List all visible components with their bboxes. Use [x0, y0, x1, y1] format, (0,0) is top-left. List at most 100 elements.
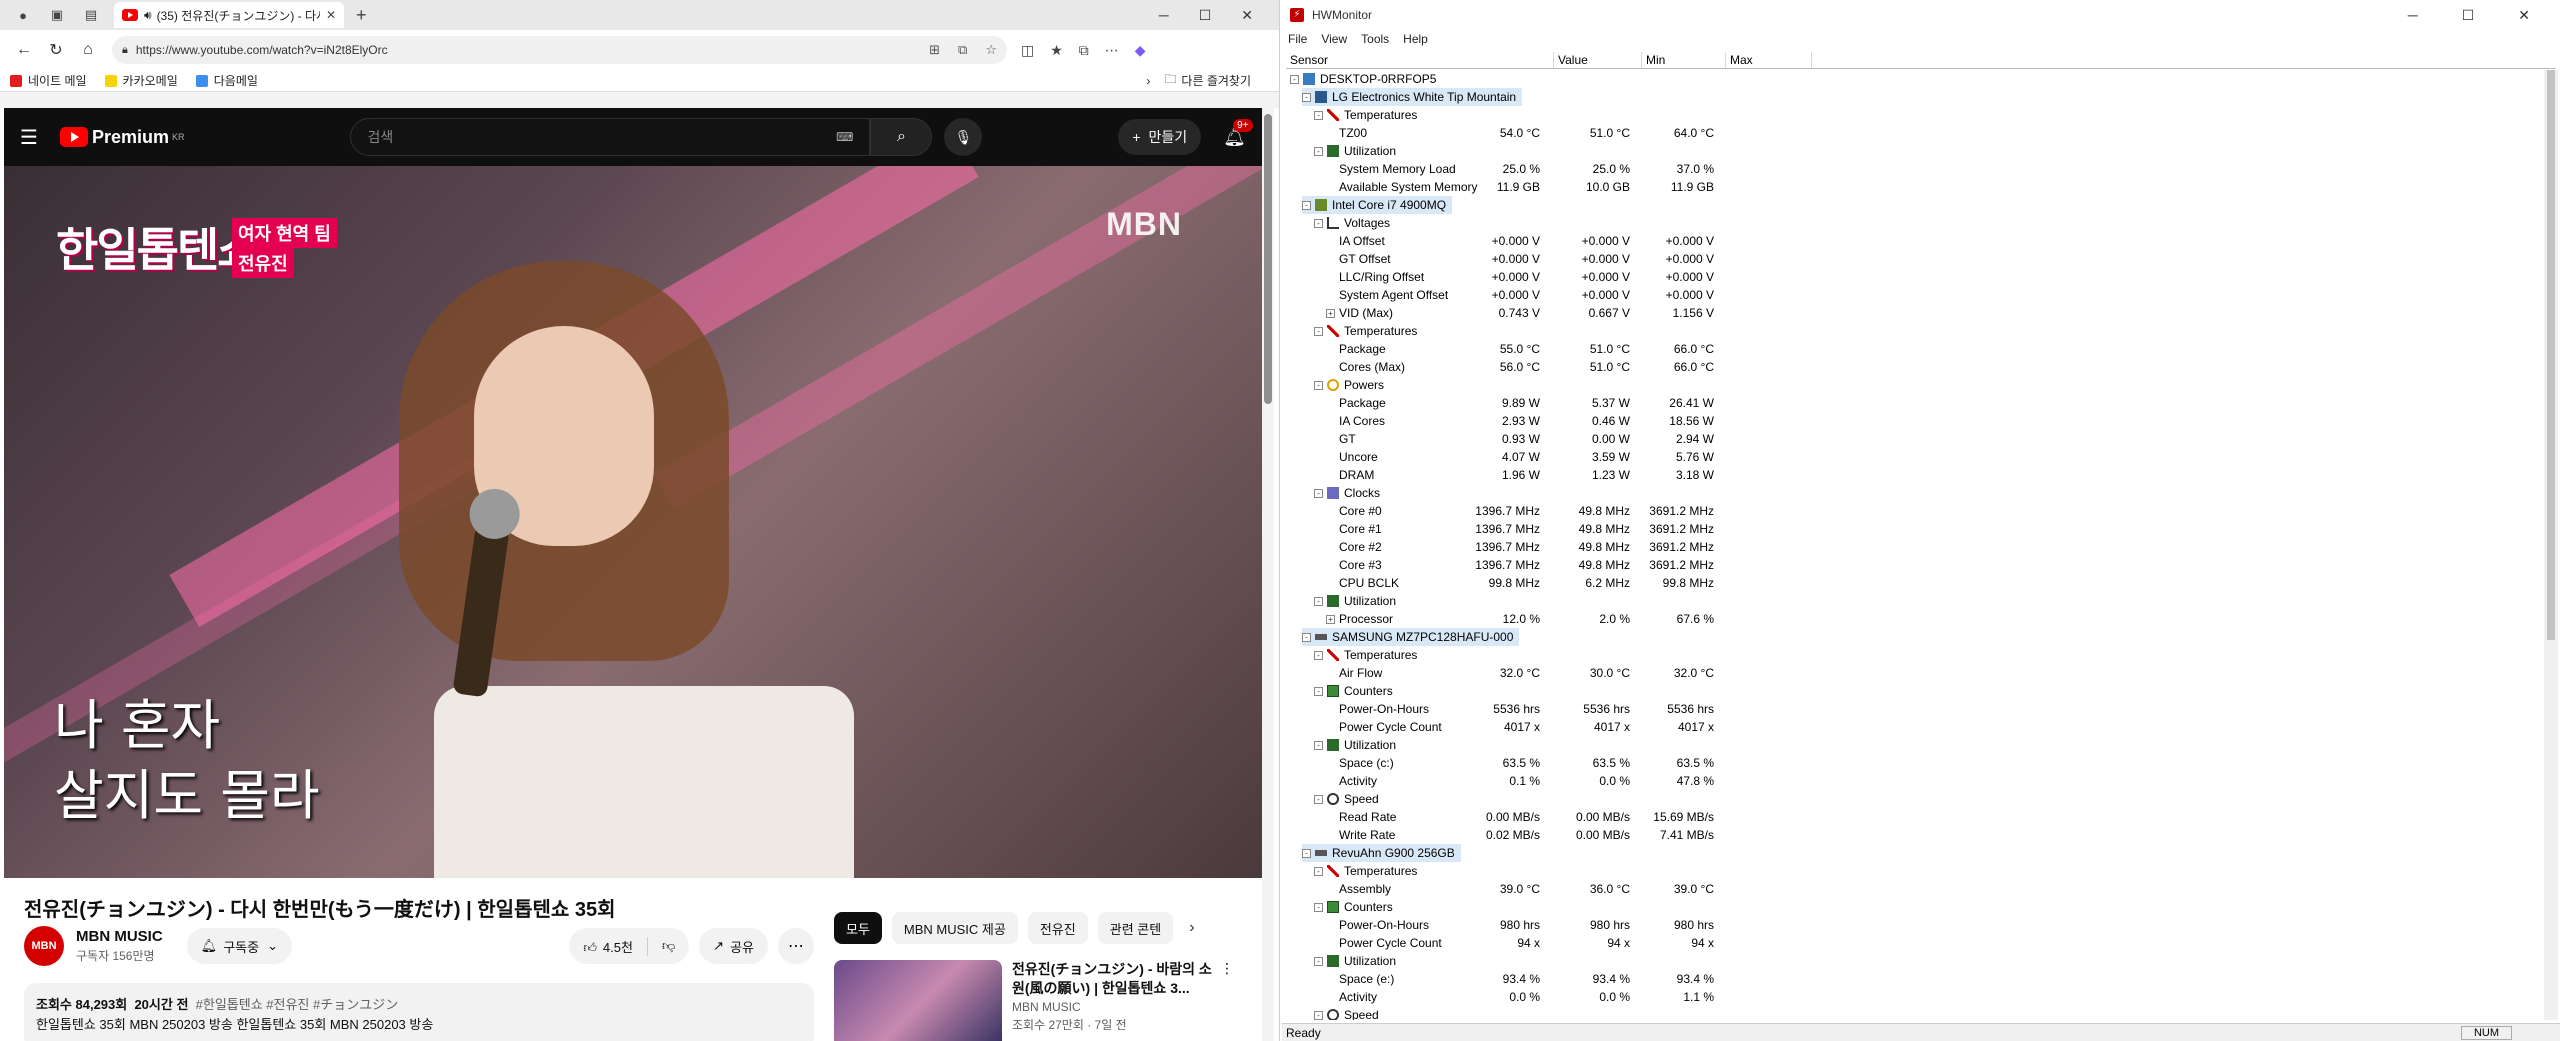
- sensor-row[interactable]: Package 9.89 W 5.37 W 26.41 W: [1286, 394, 2540, 412]
- sensor-row[interactable]: Air Flow 32.0 °C 30.0 °C 32.0 °C: [1286, 664, 2540, 682]
- column-sensor[interactable]: Sensor: [1286, 52, 1554, 68]
- sensor-row[interactable]: GT 0.93 W 0.00 W 2.94 W: [1286, 430, 2540, 448]
- sensor-row[interactable]: Core #1 1396.7 MHz 49.8 MHz 3691.2 MHz: [1286, 520, 2540, 538]
- sensor-row[interactable]: - Temperatures: [1286, 322, 2540, 340]
- channel-avatar[interactable]: MBN: [24, 926, 64, 966]
- chevron-right-icon[interactable]: ›: [1189, 919, 1194, 937]
- sensor-row[interactable]: - Counters: [1286, 682, 2540, 700]
- description-box[interactable]: 조회수 84,293회 20시간 전 #한일톱텐쇼 #전유진 #チョンユジン 한…: [24, 983, 814, 1041]
- keyboard-icon[interactable]: ⌨: [836, 130, 853, 144]
- collapse-icon[interactable]: -: [1302, 92, 1311, 102]
- sensor-row[interactable]: - SAMSUNG MZ7PC128HAFU-000: [1286, 628, 2540, 646]
- hw-scrollbar[interactable]: [2544, 70, 2558, 1020]
- sensor-row[interactable]: Core #2 1396.7 MHz 49.8 MHz 3691.2 MHz: [1286, 538, 2540, 556]
- sensor-row[interactable]: - Utilization: [1286, 736, 2540, 754]
- notifications-button[interactable]: 🔔︎ 9+: [1223, 118, 1253, 148]
- dislike-button[interactable]: 👎︎: [648, 938, 689, 954]
- sensor-row[interactable]: Space (c:) 63.5 % 63.5 % 63.5 %: [1286, 754, 2540, 772]
- sensor-row[interactable]: + VID (Max) 0.743 V 0.667 V 1.156 V: [1286, 304, 2540, 322]
- collapse-icon[interactable]: -: [1302, 632, 1311, 642]
- refresh-icon[interactable]: ↻: [40, 40, 72, 60]
- recommended-more-icon[interactable]: ⋮: [1220, 960, 1234, 1041]
- page-scrollbar[interactable]: [1262, 108, 1274, 1041]
- sensor-row[interactable]: - Temperatures: [1286, 862, 2540, 880]
- bookmarks-overflow-icon[interactable]: ›: [1146, 74, 1150, 88]
- collapse-icon[interactable]: -: [1314, 866, 1323, 876]
- bookmark-nate[interactable]: 네이트 메일: [10, 72, 87, 89]
- hashtags[interactable]: #한일톱텐쇼 #전유진 #チョンユジン: [196, 997, 399, 1012]
- collapse-icon[interactable]: -: [1290, 74, 1299, 84]
- sensor-row[interactable]: Available System Memory 11.9 GB 10.0 GB 11.…: [1286, 178, 2540, 196]
- scrollbar-thumb[interactable]: [1264, 114, 1272, 404]
- maximize-icon[interactable]: ☐: [1199, 7, 1212, 24]
- sensor-row[interactable]: IA Offset +0.000 V +0.000 V +0.000 V: [1286, 232, 2540, 250]
- sensor-row[interactable]: - Voltages: [1286, 214, 2540, 232]
- collapse-icon[interactable]: -: [1314, 902, 1323, 912]
- chip-related[interactable]: 관련 콘텐: [1097, 912, 1174, 944]
- sensor-row[interactable]: TZ00 54.0 °C 51.0 °C 64.0 °C: [1286, 124, 2540, 142]
- menu-help[interactable]: Help: [1403, 32, 1428, 46]
- favorite-star-icon[interactable]: ☆: [985, 42, 997, 58]
- menu-file[interactable]: File: [1288, 32, 1307, 46]
- sensor-row[interactable]: CPU BCLK 99.8 MHz 6.2 MHz 99.8 MHz: [1286, 574, 2540, 592]
- column-value[interactable]: Value: [1554, 52, 1642, 68]
- share-button[interactable]: ↗ 공유: [699, 928, 768, 964]
- collapse-icon[interactable]: -: [1302, 200, 1311, 210]
- address-bar[interactable]: 🔒︎ https://www.youtube.com/watch?v=iN2t8…: [112, 36, 1007, 64]
- sensor-row[interactable]: - Clocks: [1286, 484, 2540, 502]
- youtube-logo[interactable]: Premium KR: [59, 127, 184, 148]
- reader-icon[interactable]: ⧉: [958, 42, 967, 58]
- sensor-row[interactable]: Activity 0.0 % 0.0 % 1.1 %: [1286, 988, 2540, 1006]
- like-button[interactable]: 👍︎ 4.5천: [569, 936, 648, 956]
- sensor-row[interactable]: - Powers: [1286, 376, 2540, 394]
- lock-icon[interactable]: 🔒︎: [122, 44, 128, 57]
- hw-scrollbar-thumb[interactable]: [2547, 70, 2555, 640]
- sensor-row[interactable]: Core #3 1396.7 MHz 49.8 MHz 3691.2 MHz: [1286, 556, 2540, 574]
- collapse-icon[interactable]: -: [1314, 794, 1323, 804]
- collapse-icon[interactable]: -: [1314, 596, 1323, 606]
- collapse-icon[interactable]: -: [1314, 218, 1323, 228]
- collapse-icon[interactable]: -: [1314, 740, 1323, 750]
- sensor-row[interactable]: Write Rate 0.02 MB/s 0.00 MB/s 7.41 MB/s: [1286, 826, 2540, 844]
- bookmark-daum[interactable]: 다음메일: [195, 72, 258, 89]
- collapse-icon[interactable]: -: [1314, 686, 1323, 696]
- sensor-row[interactable]: + Processor 12.0 % 2.0 % 67.6 %: [1286, 610, 2540, 628]
- tab-actions-icon[interactable]: ▤: [80, 4, 102, 26]
- sensor-row[interactable]: - Utilization: [1286, 952, 2540, 970]
- sensor-row[interactable]: - Speed: [1286, 790, 2540, 808]
- create-button[interactable]: + 만들기: [1118, 119, 1202, 155]
- recommended-title[interactable]: 전유진(チョンユジン) - 바람의 소원(風の願い) | 한일톱텐쇼 3...: [1012, 960, 1212, 998]
- sensor-row[interactable]: - Utilization: [1286, 592, 2540, 610]
- search-input[interactable]: 검색 ⌨: [350, 118, 871, 156]
- recommended-thumbnail[interactable]: [834, 960, 1002, 1041]
- sensor-row[interactable]: IA Cores 2.93 W 0.46 W 18.56 W: [1286, 412, 2540, 430]
- menu-tools[interactable]: Tools: [1361, 32, 1389, 46]
- sensor-row[interactable]: - Utilization: [1286, 142, 2540, 160]
- sensor-row[interactable]: - Temperatures: [1286, 646, 2540, 664]
- channel-name[interactable]: MBN MUSIC: [76, 928, 163, 945]
- other-favorites[interactable]: 🗀 다른 즐겨찾기: [1164, 70, 1251, 91]
- subscribed-button[interactable]: 🔔︎ 구독중 ⌄: [186, 928, 292, 964]
- collapse-icon[interactable]: -: [1314, 326, 1323, 336]
- collapse-icon[interactable]: -: [1314, 1010, 1323, 1020]
- sensor-row[interactable]: Power Cycle Count 4017 x 4017 x 4017 x: [1286, 718, 2540, 736]
- expand-icon[interactable]: +: [1326, 308, 1335, 318]
- back-icon[interactable]: ←: [8, 41, 40, 59]
- sensor-row[interactable]: - RevuAhn G900 256GB: [1286, 844, 2540, 862]
- speaker-icon[interactable]: 🔊︎: [144, 8, 152, 23]
- workspaces-icon[interactable]: ▣: [46, 4, 68, 26]
- close-window-icon[interactable]: ✕: [1241, 7, 1253, 24]
- app-available-icon[interactable]: ⊞: [929, 42, 940, 58]
- copilot-icon[interactable]: ◆: [1135, 42, 1146, 59]
- close-tab-icon[interactable]: ✕: [326, 8, 336, 22]
- sensor-row[interactable]: Package 55.0 °C 51.0 °C 66.0 °C: [1286, 340, 2540, 358]
- sensor-row[interactable]: Cores (Max) 56.0 °C 51.0 °C 66.0 °C: [1286, 358, 2540, 376]
- favorites-icon[interactable]: ★: [1050, 42, 1063, 59]
- sensor-row[interactable]: - Intel Core i7 4900MQ: [1286, 196, 2540, 214]
- maximize-icon[interactable]: ☐: [2462, 7, 2475, 24]
- bookmark-kakao[interactable]: 카카오메일: [104, 72, 178, 89]
- column-max[interactable]: Max: [1726, 52, 1812, 68]
- sensor-row[interactable]: Power-On-Hours 980 hrs 980 hrs 980 hrs: [1286, 916, 2540, 934]
- sensor-row[interactable]: Uncore 4.07 W 3.59 W 5.76 W: [1286, 448, 2540, 466]
- sensor-row[interactable]: System Agent Offset +0.000 V +0.000 V +0.00…: [1286, 286, 2540, 304]
